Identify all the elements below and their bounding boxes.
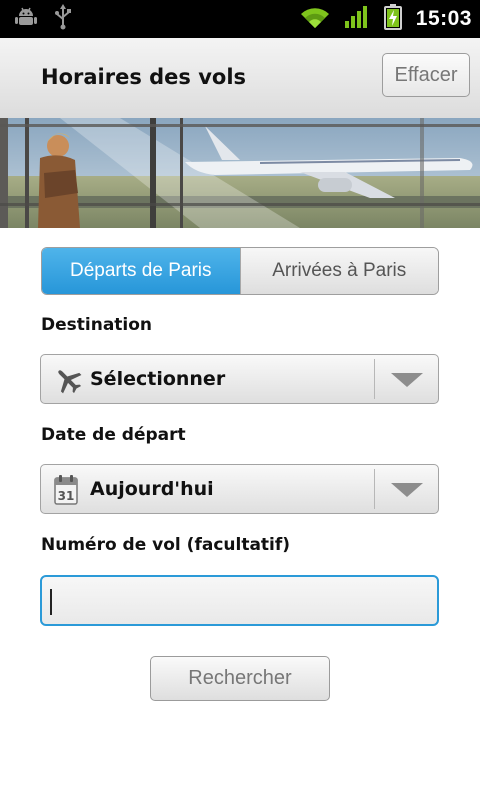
destination-value: Sélectionner	[90, 368, 226, 390]
select-divider	[374, 469, 375, 509]
battery-charging-icon	[383, 4, 402, 34]
android-debug-icon	[14, 5, 38, 33]
date-label: Date de départ	[41, 425, 186, 445]
destination-select[interactable]: Sélectionner	[40, 354, 439, 404]
tab-arrivals[interactable]: Arrivées à Paris	[239, 248, 438, 294]
tab-departures[interactable]: Départs de Paris	[42, 248, 240, 294]
wifi-icon	[300, 5, 330, 33]
signal-icon	[344, 5, 370, 33]
usb-icon	[54, 4, 72, 34]
destination-label: Destination	[41, 315, 153, 335]
calendar-icon: 31	[54, 474, 84, 505]
direction-tabs: Départs de Paris Arrivées à Paris	[41, 247, 439, 295]
text-cursor	[50, 589, 52, 615]
chevron-down-icon	[391, 373, 423, 387]
flight-number-input[interactable]	[40, 575, 439, 626]
chevron-down-icon	[391, 483, 423, 497]
search-button[interactable]: Rechercher	[150, 656, 330, 701]
airplane-icon	[53, 365, 83, 395]
status-bar: 15:03	[0, 0, 480, 38]
date-select[interactable]: 31 Aujourd'hui	[40, 464, 439, 514]
flight-number-label: Numéro de vol (facultatif)	[41, 535, 291, 555]
select-divider	[374, 359, 375, 399]
clock-time: 15:03	[415, 7, 472, 30]
date-value: Aujourd'hui	[90, 478, 214, 500]
page-title: Horaires des vols	[41, 65, 247, 89]
app-header: Horaires des vols Effacer	[0, 38, 480, 119]
calendar-day: 31	[58, 489, 75, 503]
clear-button[interactable]: Effacer	[382, 53, 470, 97]
airport-banner-image	[0, 118, 480, 228]
